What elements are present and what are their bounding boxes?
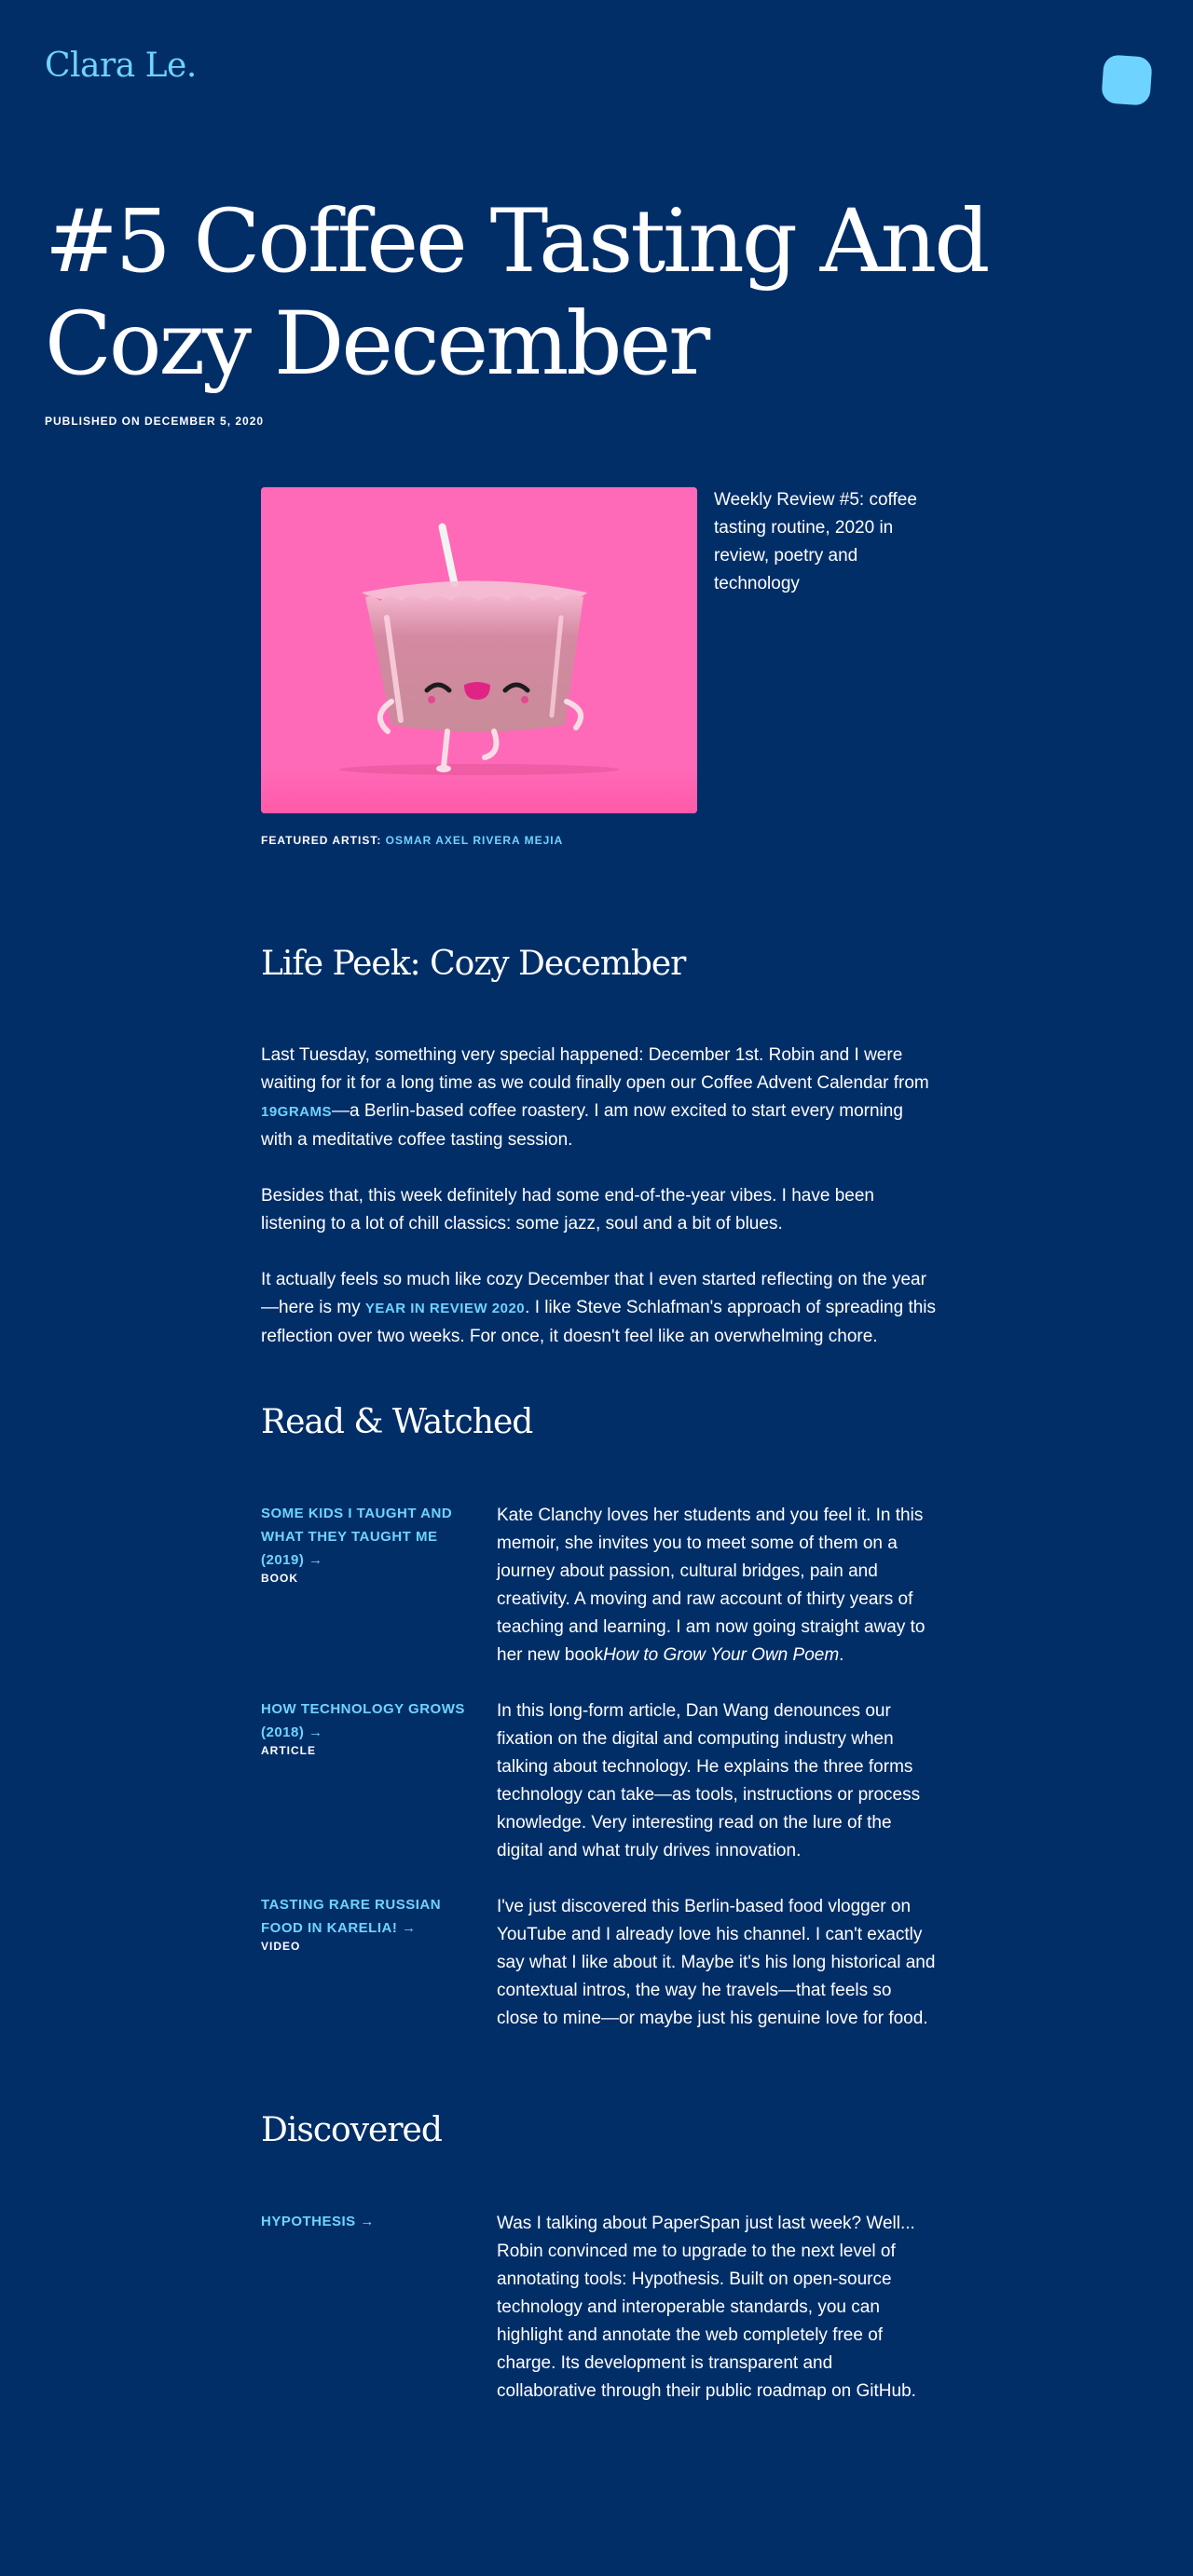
book-title-emphasis: How to Grow Your Own Poem	[603, 1645, 840, 1665]
description-text: .	[839, 1645, 844, 1665]
read-item-link[interactable]: SOME KIDS I TAUGHT AND WHAT THEY TAUGHT …	[261, 1506, 452, 1568]
read-item-article: HOW TECHNOLOGY GROWS (2018) → ARTICLE In…	[261, 1697, 937, 1865]
paragraph-text: —a Berlin-based coffee roastery. I am no…	[261, 1101, 903, 1150]
read-item-meta: SOME KIDS I TAUGHT AND WHAT THEY TAUGHT …	[261, 1502, 471, 1585]
featured-artist-link[interactable]: OSMAR AXEL RIVERA MEJIA	[386, 834, 564, 847]
read-item-description: Kate Clanchy loves her students and you …	[497, 1502, 937, 1670]
19grams-link[interactable]: 19GRAMS	[261, 1104, 332, 1120]
discovered-item-link-text: HYPOTHESIS	[261, 2214, 356, 2229]
year-in-review-link[interactable]: YEAR IN REVIEW 2020	[365, 1301, 525, 1316]
hero-caption: Weekly Review #5: coffee tasting routine…	[714, 490, 917, 593]
site-logo[interactable]: Clara Le.	[45, 47, 197, 85]
arrow-right-icon: →	[402, 1920, 417, 1936]
arrow-right-icon: →	[360, 2214, 375, 2229]
arrow-right-icon: →	[309, 1552, 323, 1568]
read-item-type: BOOK	[261, 1572, 298, 1585]
blob-menu-icon[interactable]	[1101, 54, 1153, 106]
description-text: Kate Clanchy loves her students and you …	[497, 1506, 926, 1665]
post-content: Life Peek: Cozy December Last Tuesday, s…	[261, 941, 937, 2406]
read-item-type: ARTICLE	[261, 1744, 316, 1757]
paragraph-text: Last Tuesday, something very special hap…	[261, 1045, 929, 1093]
featured-artist-label: FEATURED ARTIST:	[261, 834, 386, 847]
read-item-book: SOME KIDS I TAUGHT AND WHAT THEY TAUGHT …	[261, 1502, 937, 1670]
read-item-link[interactable]: TASTING RARE RUSSIAN FOOD IN KARELIA! →	[261, 1897, 441, 1936]
site-header: Clara Le.	[0, 0, 1193, 130]
read-item-description: I've just discovered this Berlin-based f…	[497, 1897, 936, 2028]
read-watched-title: Read & Watched	[261, 1403, 533, 1441]
discovered-item-meta: HYPOTHESIS →	[261, 2210, 471, 2233]
read-item-meta: TASTING RARE RUSSIAN FOOD IN KARELIA! → …	[261, 1893, 471, 1953]
discovered-item-description: Was I talking about PaperSpan just last …	[497, 2214, 916, 2401]
life-peek-paragraph-1: Last Tuesday, something very special hap…	[261, 1042, 937, 1154]
featured-artist: FEATURED ARTIST: OSMAR AXEL RIVERA MEJIA	[261, 834, 563, 847]
hero-image	[261, 487, 697, 813]
read-item-link[interactable]: HOW TECHNOLOGY GROWS (2018) →	[261, 1701, 465, 1740]
discovered-title: Discovered	[261, 2111, 443, 2149]
discovered-item: HYPOTHESIS → Was I talking about PaperSp…	[261, 2210, 937, 2406]
discovered-item-link[interactable]: HYPOTHESIS →	[261, 2214, 375, 2229]
read-item-video: TASTING RARE RUSSIAN FOOD IN KARELIA! → …	[261, 1893, 937, 2033]
read-item-description: In this long-form article, Dan Wang deno…	[497, 1701, 921, 1860]
life-peek-paragraph-3: It actually feels so much like cozy Dece…	[261, 1266, 937, 1351]
cup-character-illustration	[261, 487, 697, 813]
life-peek-paragraph-2: Besides that, this week definitely had s…	[261, 1186, 874, 1233]
published-date: PUBLISHED ON DECEMBER 5, 2020	[45, 415, 265, 428]
page: Clara Le. #5 Coffee Tasting And Cozy Dec…	[0, 0, 1193, 2576]
read-item-link-text: SOME KIDS I TAUGHT AND WHAT THEY TAUGHT …	[261, 1506, 453, 1568]
read-item-link-text: HOW TECHNOLOGY GROWS (2018)	[261, 1701, 465, 1740]
read-item-meta: HOW TECHNOLOGY GROWS (2018) → ARTICLE	[261, 1697, 471, 1757]
arrow-right-icon: →	[309, 1724, 323, 1740]
life-peek-title: Life Peek: Cozy December	[261, 945, 686, 983]
read-item-type: VIDEO	[261, 1940, 301, 1953]
post-title: #5 Coffee Tasting And Cozy December	[45, 191, 990, 395]
